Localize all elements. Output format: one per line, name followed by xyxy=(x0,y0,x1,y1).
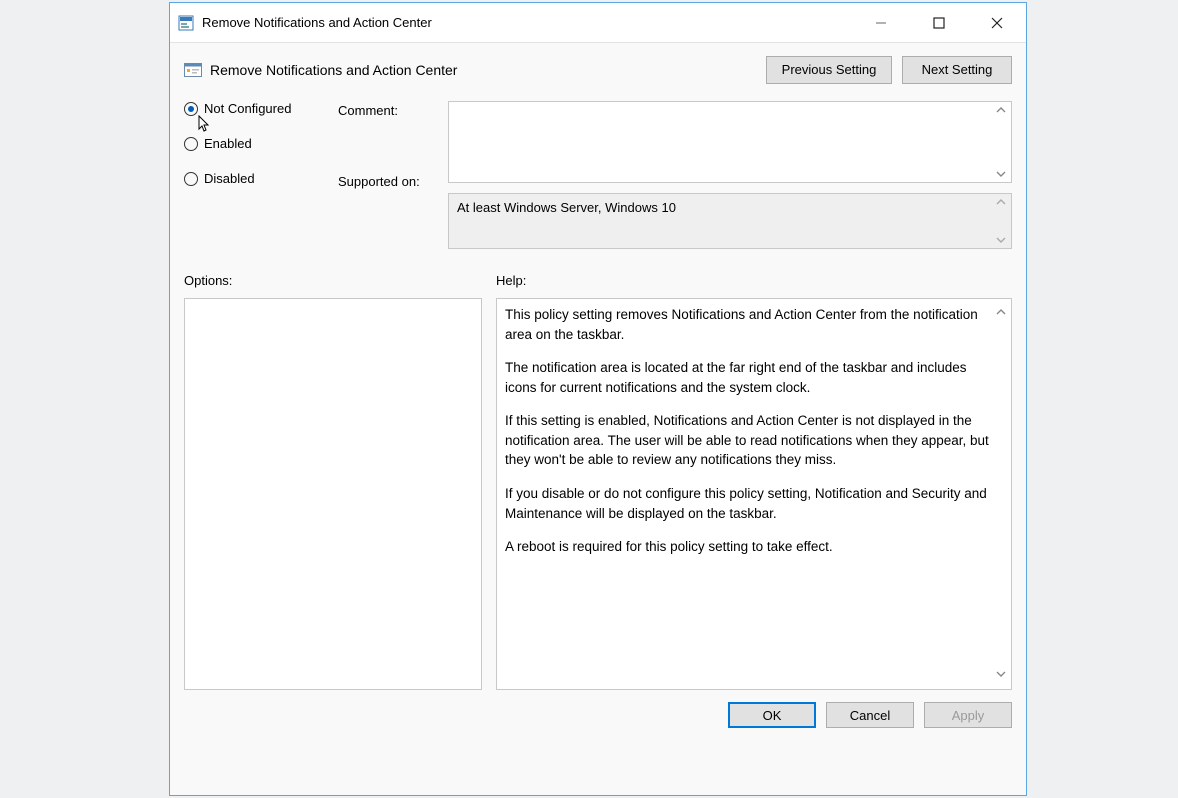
supported-label: Supported on: xyxy=(338,174,448,189)
content-area: Remove Notifications and Action Center P… xyxy=(170,43,1026,795)
scroll-up-icon[interactable] xyxy=(995,105,1009,115)
titlebar: Remove Notifications and Action Center xyxy=(170,3,1026,43)
header-row: Remove Notifications and Action Center P… xyxy=(170,43,1026,87)
dialog-window: Remove Notifications and Action Center xyxy=(169,2,1027,796)
maximize-button[interactable] xyxy=(910,3,968,42)
minimize-button[interactable] xyxy=(852,3,910,42)
radio-enabled[interactable]: Enabled xyxy=(184,136,338,151)
policy-icon xyxy=(178,15,194,31)
dialog-footer: OK Cancel Apply xyxy=(170,690,1026,742)
help-text: The notification area is located at the … xyxy=(505,358,989,397)
radio-disabled[interactable]: Disabled xyxy=(184,171,338,186)
scroll-up-icon[interactable] xyxy=(995,303,1007,323)
help-text: A reboot is required for this policy set… xyxy=(505,537,989,557)
cursor-icon xyxy=(198,115,212,133)
scroll-up-icon[interactable] xyxy=(995,197,1009,207)
window-title: Remove Notifications and Action Center xyxy=(202,15,432,30)
radio-label: Not Configured xyxy=(204,101,291,116)
radio-not-configured[interactable]: Not Configured xyxy=(184,101,338,116)
options-label: Options: xyxy=(184,273,496,288)
cancel-button[interactable]: Cancel xyxy=(826,702,914,728)
radio-label: Enabled xyxy=(204,136,252,151)
comment-textarea[interactable] xyxy=(448,101,1012,183)
radio-empty-icon xyxy=(184,137,198,151)
close-button[interactable] xyxy=(968,3,1026,42)
comment-label: Comment: xyxy=(338,103,448,118)
scroll-down-icon[interactable] xyxy=(995,235,1009,245)
help-text: If you disable or do not configure this … xyxy=(505,484,989,523)
supported-on-value: At least Windows Server, Windows 10 xyxy=(457,200,676,215)
config-grid: Not Configured Enabled Disabled Comment:… xyxy=(170,87,1026,249)
help-text: If this setting is enabled, Notification… xyxy=(505,411,989,470)
supported-on-field: At least Windows Server, Windows 10 xyxy=(448,193,1012,249)
setting-icon xyxy=(184,61,202,79)
scroll-down-icon[interactable] xyxy=(995,169,1009,179)
help-label: Help: xyxy=(496,273,526,288)
setting-title: Remove Notifications and Action Center xyxy=(210,62,457,78)
radio-empty-icon xyxy=(184,172,198,186)
ok-button[interactable]: OK xyxy=(728,702,816,728)
radio-label: Disabled xyxy=(204,171,255,186)
lower-section: Options: Help: This policy setting remov… xyxy=(170,249,1026,690)
options-panel xyxy=(184,298,482,690)
help-text: This policy setting removes Notification… xyxy=(505,305,989,344)
radio-dot-icon xyxy=(184,102,198,116)
next-setting-button[interactable]: Next Setting xyxy=(902,56,1012,84)
previous-setting-button[interactable]: Previous Setting xyxy=(766,56,892,84)
scroll-down-icon[interactable] xyxy=(995,665,1007,685)
apply-button[interactable]: Apply xyxy=(924,702,1012,728)
help-panel: This policy setting removes Notification… xyxy=(496,298,1012,690)
